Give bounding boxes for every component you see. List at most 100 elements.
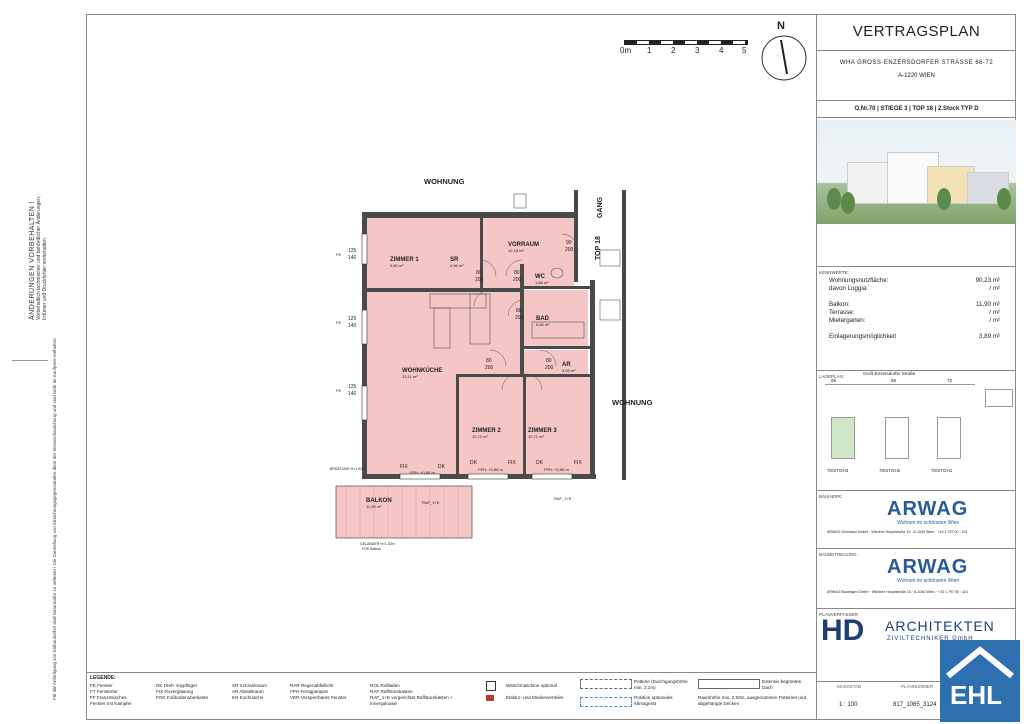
north-label: N [777,20,785,32]
room-area-ar: 3,09 m² [562,368,576,373]
win-dim-1a: 125 [348,248,357,254]
project-address: WHA GROSS-ENZERSDORFER STRASSE 66-72 [839,60,994,66]
gelaender-label: GELÄNDER H=1,02m [360,542,395,546]
legend-klima: Position optionales Klimagerät [634,695,673,706]
door-dim-3: 80 [516,308,522,314]
north-arrow: N [760,20,808,82]
kv-loggia: davon Loggia: / m² [829,285,1000,292]
room-area-sr: 0,96 m² [450,263,464,268]
door-dim-3b: 200 [515,315,524,321]
scale-label-5: 5 [742,46,747,55]
massstab-heading: MASSSTAB [837,684,862,689]
label-top18: TOP 18 [595,236,602,260]
wall-zimmer-divider [523,374,526,476]
raf-label-1: RAF_1+E [422,500,440,505]
room-bad [524,290,588,346]
dk-label-1: DK [438,464,446,470]
legend-potterie: Potterie (Durchgangshöhe min. 2,1m) [634,679,688,690]
room-area-wohnkueche: 33,11 m² [402,374,418,379]
fix-label-3: FIX [574,460,582,466]
fph-label-3: FPH: +0,86 m [544,467,569,472]
fph-label-2: FPH: +0,86 m [478,467,503,472]
room-area-vorraum: 12,18 m² [508,248,524,253]
wall-wc-bad [522,286,592,289]
door-dim-4: 80 [486,358,492,364]
wall-gang-2 [622,190,626,480]
legend-col-1: FE Fenster FT Fenstertür FF Französisches … [90,683,132,706]
room-area-zimmer-3: 10,71 m² [528,434,544,439]
margin-mark [12,360,48,361]
bruestung-label: BRÜSTUNG H=1,02m [330,467,365,471]
dk-label-3: DK [536,460,544,466]
distributor-icon [486,695,494,701]
room-area-zimmer-1: 9,80 m² [390,263,404,268]
fph-label-1: FPH: +0,86 m [410,470,435,475]
fok-label: FOK Balkon [362,547,381,551]
plan-title: VERTRAGSPLAN [817,14,1016,51]
room-name-wohnkueche: WOHNKÜCHE [402,367,442,374]
disclaimer-line-2: Irrtümer und Druckfehler vorbehalten. [42,236,48,320]
scale-label-4: 4 [719,46,724,55]
fe-label-2: FE [336,320,341,325]
unit-code: O.Nr.70 | STIEGE 3 | TOP 18 | 2.Stock TY… [817,100,1016,118]
lageplan-tag-2: 70/STGH2 [879,468,901,473]
hd-name: ARCHITEKTEN [885,618,995,634]
win-dim-2b: 140 [348,323,357,329]
fe-label-3: FE [336,388,341,393]
legend-col-2: DK Dreh- Kippflügel FIX Fixverglasung FOK … [156,683,209,700]
raf-label-2: RAF_1+E [554,496,572,501]
dk-label-2: DK [470,460,478,466]
kennwerte-heading: KENNWERTE: [819,270,849,275]
room-area-bad: 6,66 m² [536,322,550,327]
fix-label-1: FIX [400,464,408,470]
wall-ar-top [522,346,592,349]
door-dim-5b: 200 [545,365,554,371]
label-wohnung-top: WOHNUNG [424,177,465,186]
lageplan-num-66: 66 [831,378,837,383]
label-wohnung-right: WOHNUNG [612,398,653,407]
massstab-value: 1 : 100 [839,702,858,708]
legend-col-3: SR Schrankraum AR Abstellraum KN Kochnisch… [232,683,267,700]
disclaimer-bottom: Für die Anfertigung von Einbaumöbel sind… [52,337,57,700]
lageplan-tag-3: 70/STGH3 [827,468,849,473]
door-dim-5: 80 [546,358,552,364]
hd-logo: HD [821,614,865,647]
klima-swatch [580,697,632,707]
wall-right [590,280,595,479]
kv-einlagerung: Einlagerungsmöglichkeit 3,89 m² [829,333,1000,340]
kv-mietergarten: Mietergarten: / m² [829,317,1000,324]
arwag-sub-1: Wohnen im schönsten Wien [897,520,960,526]
fix-label-2: FIX [508,460,516,466]
legend: LEGENDE: FE Fenster FT Fenstertür FF Franz… [86,672,816,721]
project-city: A-1220 WIEN [898,73,935,79]
lageplan-street: Groß-Enzersdorfer Straße [863,371,916,376]
door-dim-2b: 200 [513,277,522,283]
legend-title: LEGENDE: [90,675,116,681]
building-rendering [817,120,1016,224]
win-dim-2a: 125 [348,316,357,322]
disclaimer-note: ÄNDERUNGEN VORBEHALTEN ! Vorbehaltlich t… [29,60,48,320]
arwag-logo-bauherr: ARWAG [887,498,969,520]
wall-top [362,212,578,218]
win-dim-3b: 140 [348,391,357,397]
win-dim-3a: 125 [348,384,357,390]
washer-icon [486,681,496,691]
wall-zimmer1-bottom [366,288,524,292]
house-roof-icon [946,646,1014,679]
ehl-text: EHL [950,680,1002,710]
scale-label-0: 0m [620,46,632,55]
wall-gang [574,190,578,282]
lageplan-tag-1: 70/STGH1 [931,468,953,473]
plannr-heading: PLANNUMMER [901,684,934,689]
room-area-wc: 1,86 m² [535,280,549,285]
room-zimmer-1 [366,218,481,290]
legend-raumhoehe: Raumhöhe min. 2,50m, ausgenommen Potteri… [698,695,807,706]
kv-nutzflaeche: Wohnungsnutzfläche: 90,23 m² [829,277,1000,284]
extensiv-swatch [698,679,760,689]
title-block: VERTRAGSPLAN WHA GROSS-ENZERSDORFER STRA… [816,14,1016,720]
compass-icon [761,35,807,81]
potterie-swatch [580,679,632,689]
bauherr-text: ARWAG Wohnbau GmbH · Wiedner Hauptstraße… [827,530,968,534]
arwag-logo-bautreuung: ARWAG [887,556,969,578]
scale-bar: 0m 1 2 3 4 5 [620,40,748,60]
